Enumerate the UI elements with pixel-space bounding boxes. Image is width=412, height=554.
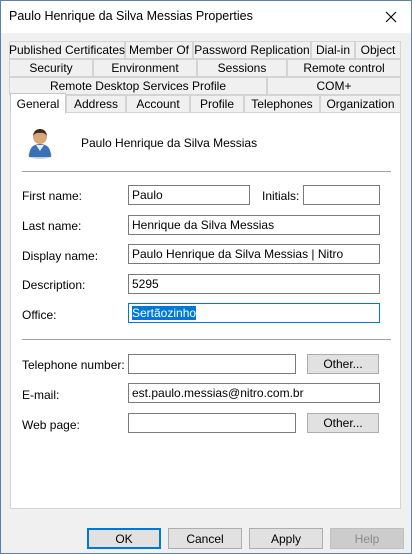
tab-label: Telephones: [251, 97, 313, 111]
tab-general[interactable]: General: [10, 93, 66, 114]
tab-label: Password Replication: [194, 43, 310, 57]
tab-label: Account: [136, 97, 180, 111]
tab-organization[interactable]: Organization: [320, 95, 401, 113]
close-icon: [385, 11, 397, 23]
tab-label: Published Certificates: [8, 43, 126, 57]
separator: [22, 339, 391, 340]
email-label: E-mail:: [22, 388, 60, 402]
office-value-selected: Sertãozinho: [132, 306, 197, 320]
tab-address[interactable]: Address: [66, 95, 126, 113]
tab-published-certificates[interactable]: Published Certificates: [9, 41, 125, 59]
initials-label: Initials:: [262, 189, 300, 203]
tab-member-of[interactable]: Member Of: [125, 41, 193, 59]
ok-button[interactable]: OK: [87, 528, 161, 549]
web-page-other-button[interactable]: Other...: [307, 413, 379, 433]
display-name-field[interactable]: Paulo Henrique da Silva Messias | Nitro: [128, 244, 380, 264]
last-name-field[interactable]: Henrique da Silva Messias: [128, 215, 380, 235]
tab-label: Address: [73, 97, 119, 111]
email-field[interactable]: est.paulo.messias@nitro.com.br: [128, 383, 380, 403]
tab-label: Remote Desktop Services Profile: [49, 79, 227, 93]
telephone-label: Telephone number:: [22, 358, 125, 372]
tab-label: Object: [360, 43, 396, 57]
tab-dial-in[interactable]: Dial-in: [311, 41, 355, 59]
tab-environment[interactable]: Environment: [93, 59, 197, 77]
button-label: Other...: [323, 416, 363, 430]
tab-security[interactable]: Security: [9, 59, 93, 77]
first-name-label: First name:: [22, 189, 83, 203]
description-label: Description:: [22, 278, 86, 292]
tab-label: Security: [29, 61, 73, 75]
web-page-label: Web page:: [22, 418, 80, 432]
user-icon: [28, 129, 52, 159]
tab-account[interactable]: Account: [126, 95, 190, 113]
tab-profile[interactable]: Profile: [190, 95, 244, 113]
web-page-field[interactable]: [128, 413, 296, 433]
button-label: Help: [354, 531, 380, 546]
tab-label: General: [16, 96, 60, 111]
tab-object[interactable]: Object: [355, 41, 401, 59]
tab-label: Dial-in: [315, 43, 350, 57]
telephone-field[interactable]: [128, 354, 296, 374]
tab-label: Member Of: [128, 43, 189, 57]
title-bar: Paulo Henrique da Silva Messias Properti…: [1, 1, 411, 33]
window-title: Paulo Henrique da Silva Messias Properti…: [9, 9, 253, 23]
tab-sessions[interactable]: Sessions: [197, 59, 287, 77]
help-button[interactable]: Help: [330, 528, 404, 549]
tab-label: COM+: [316, 79, 352, 93]
office-field[interactable]: Sertãozinho: [128, 303, 380, 323]
tab-com-plus[interactable]: COM+: [267, 77, 401, 95]
apply-button[interactable]: Apply: [249, 528, 323, 549]
cancel-button[interactable]: Cancel: [168, 528, 242, 549]
button-label: Other...: [323, 357, 363, 371]
last-name-label: Last name:: [22, 219, 82, 233]
separator: [22, 171, 391, 172]
tab-remote-control[interactable]: Remote control: [287, 59, 401, 77]
first-name-field[interactable]: Paulo: [128, 185, 250, 205]
tab-label: Environment: [111, 61, 179, 75]
button-label: Cancel: [186, 531, 224, 546]
button-label: Apply: [270, 531, 302, 546]
display-name-header: Paulo Henrique da Silva Messias: [81, 136, 258, 150]
tab-telephones[interactable]: Telephones: [244, 95, 320, 113]
button-label: OK: [115, 531, 133, 546]
display-name-label: Display name:: [22, 249, 99, 263]
telephone-other-button[interactable]: Other...: [307, 354, 379, 374]
tab-label: Sessions: [217, 61, 267, 75]
description-field[interactable]: 5295: [128, 274, 380, 294]
office-label: Office:: [22, 308, 57, 322]
initials-field[interactable]: [303, 185, 380, 205]
close-button[interactable]: [379, 5, 403, 29]
tab-label: Profile: [199, 97, 234, 111]
tab-password-replication[interactable]: Password Replication: [193, 41, 311, 59]
general-panel: Paulo Henrique da Silva Messias First na…: [10, 112, 401, 509]
tab-label: Remote control: [303, 61, 385, 75]
tab-label: Organization: [326, 97, 395, 111]
properties-dialog: Paulo Henrique da Silva Messias Properti…: [0, 0, 412, 554]
